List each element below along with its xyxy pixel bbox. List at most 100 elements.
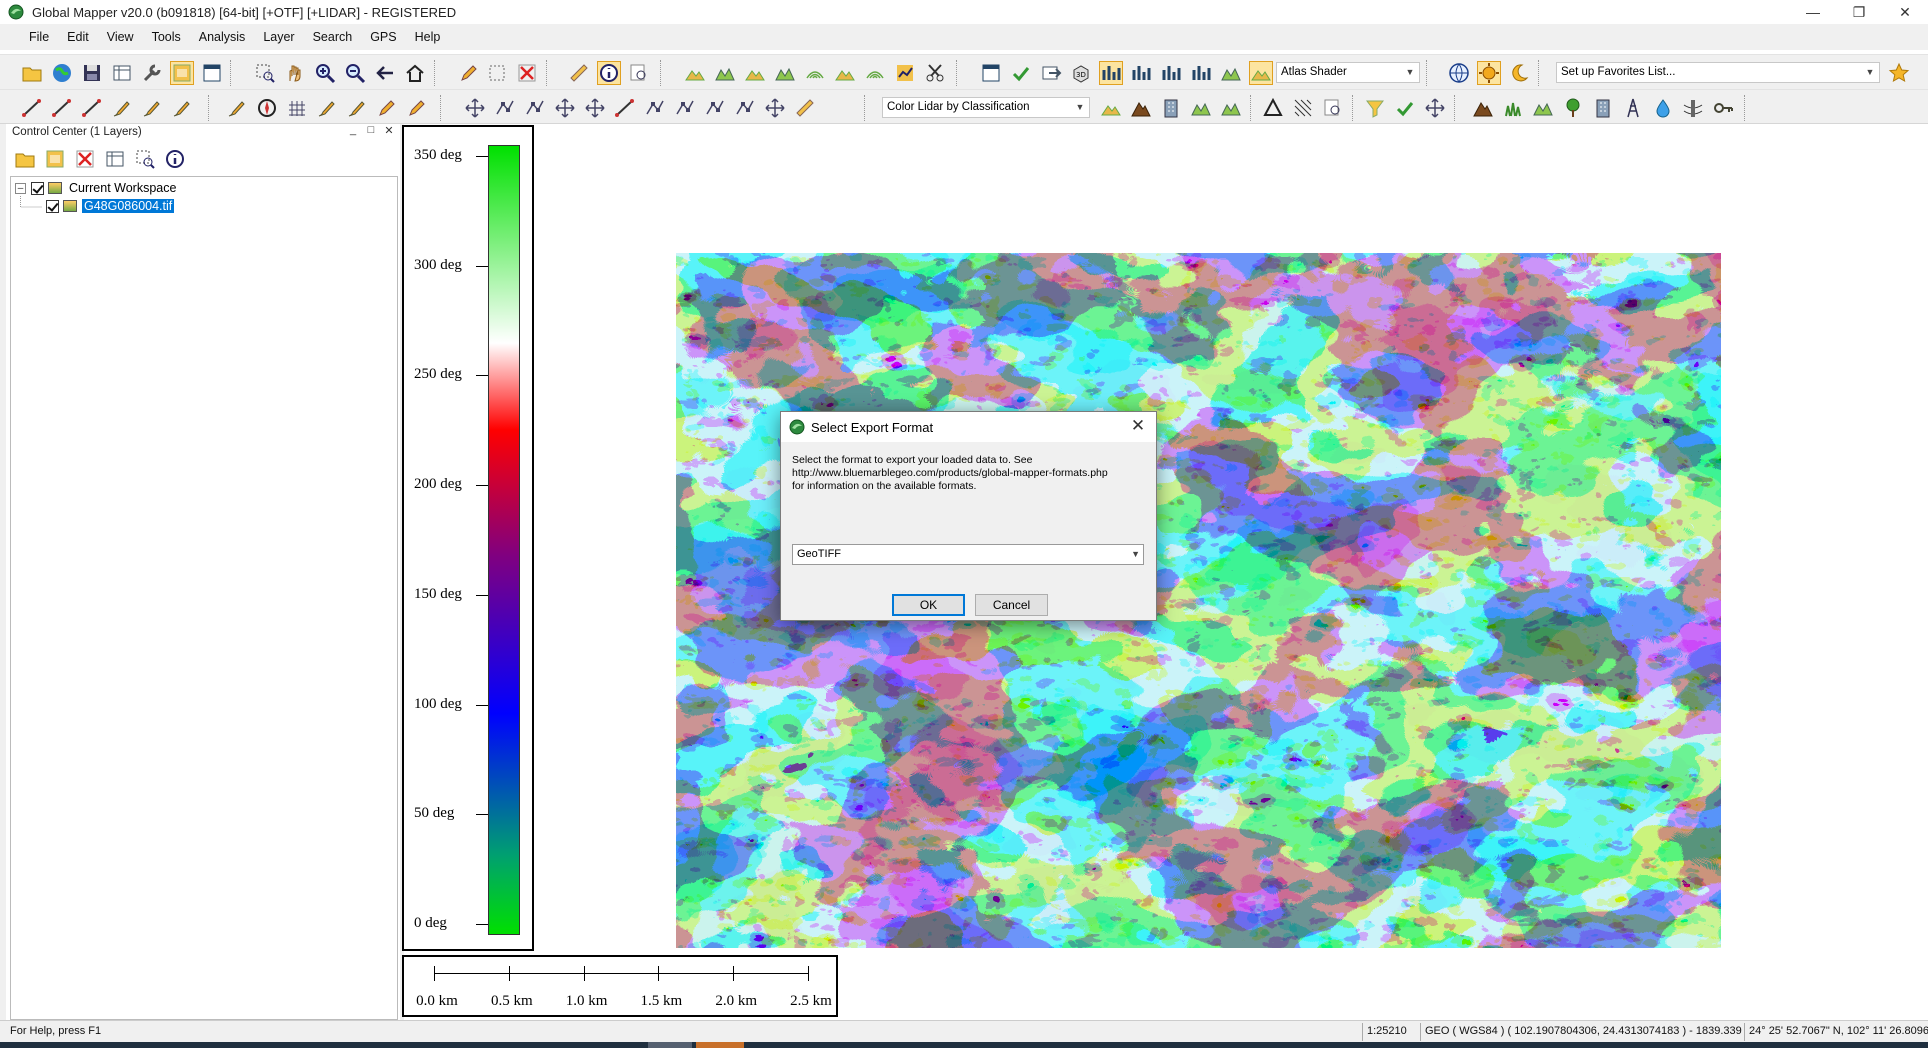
menu-edit[interactable]: Edit <box>58 30 98 44</box>
histogram-icon[interactable] <box>1099 61 1123 85</box>
paint-icon[interactable] <box>316 97 338 119</box>
add-layer-icon[interactable] <box>14 148 36 170</box>
filter-icon[interactable] <box>1364 97 1386 119</box>
chevron-down-icon[interactable]: ▼ <box>1863 63 1877 82</box>
3d-view-icon[interactable]: 3D <box>1070 62 1092 84</box>
edit-vertex-icon[interactable] <box>406 97 428 119</box>
crop-icon[interactable] <box>924 62 946 84</box>
node-icon[interactable] <box>494 97 516 119</box>
minimize-icon[interactable]: — <box>1790 0 1836 24</box>
zoom-out-icon[interactable] <box>344 62 366 84</box>
grid-stats-icon[interactable] <box>1160 62 1182 84</box>
dialog-close-icon[interactable]: ✕ <box>1128 416 1148 436</box>
close-icon[interactable]: ✕ <box>1882 0 1928 24</box>
key-icon[interactable] <box>1712 97 1734 119</box>
tower-icon[interactable] <box>1622 97 1644 119</box>
delete-icon[interactable] <box>516 62 538 84</box>
area-brush-icon[interactable] <box>171 97 193 119</box>
check-icon[interactable] <box>1010 62 1032 84</box>
surface-icon[interactable] <box>1220 97 1242 119</box>
chevron-down-icon[interactable]: ▼ <box>1131 545 1140 564</box>
night-mode-icon[interactable] <box>1508 62 1530 84</box>
menu-tools[interactable]: Tools <box>143 30 190 44</box>
projection-icon[interactable] <box>1448 62 1470 84</box>
layer-label[interactable]: G48G086004.tif <box>82 199 175 213</box>
restore-icon[interactable]: ❐ <box>1836 0 1882 24</box>
shader-icon[interactable] <box>1220 62 1242 84</box>
measure-icon[interactable] <box>568 62 590 84</box>
building-icon[interactable] <box>1592 97 1614 119</box>
terrain-class-icon[interactable] <box>1472 97 1494 119</box>
open-folder-icon[interactable] <box>21 62 43 84</box>
building-class-icon[interactable] <box>1160 97 1182 119</box>
line-tool-icon[interactable] <box>21 97 43 119</box>
reshape-icon[interactable] <box>734 97 756 119</box>
move-icon[interactable] <box>464 97 486 119</box>
water-icon[interactable] <box>1652 97 1674 119</box>
rotate-icon[interactable] <box>584 97 606 119</box>
control-center-icon[interactable] <box>170 61 194 85</box>
shader-settings-icon[interactable] <box>1249 61 1273 85</box>
feature-info-icon[interactable] <box>597 61 621 85</box>
spline-icon[interactable] <box>81 97 103 119</box>
snap-icon[interactable] <box>704 97 726 119</box>
terrain-profile-icon[interactable] <box>714 62 736 84</box>
zoom-layer-icon[interactable] <box>134 148 156 170</box>
workspace-icon[interactable] <box>111 62 133 84</box>
menu-analysis[interactable]: Analysis <box>190 30 255 44</box>
view-layer-icon[interactable] <box>164 148 186 170</box>
veg-class-icon[interactable] <box>1190 97 1212 119</box>
chevron-down-icon[interactable]: ▼ <box>1073 98 1087 117</box>
node2-icon[interactable] <box>524 97 546 119</box>
circle-tool-icon[interactable] <box>256 97 278 119</box>
panel-maximize-icon[interactable]: □ <box>362 124 380 137</box>
config-icon[interactable] <box>141 62 163 84</box>
lidar-stats-icon[interactable] <box>1190 62 1212 84</box>
menu-search[interactable]: Search <box>304 30 362 44</box>
overview-icon[interactable] <box>201 62 223 84</box>
zoom-tool-icon[interactable] <box>254 62 276 84</box>
shader-combo[interactable]: Atlas Shader ▼ <box>1276 62 1420 83</box>
search-points-icon[interactable] <box>1322 97 1344 119</box>
remove-layer-icon[interactable] <box>74 148 96 170</box>
back-icon[interactable] <box>374 62 396 84</box>
lidar-color-combo[interactable]: Color Lidar by Classification ▼ <box>882 97 1090 118</box>
digitizer-icon[interactable] <box>458 62 480 84</box>
paint2-icon[interactable] <box>346 97 368 119</box>
line-edit-icon[interactable] <box>614 97 636 119</box>
powerline-icon[interactable] <box>1682 97 1704 119</box>
full-view-icon[interactable] <box>404 62 426 84</box>
grid-tool-icon[interactable] <box>286 97 308 119</box>
map-layout-icon[interactable] <box>980 62 1002 84</box>
edit-icon[interactable] <box>376 97 398 119</box>
menu-gps[interactable]: GPS <box>361 30 405 44</box>
workspace-label[interactable]: Current Workspace <box>67 181 178 195</box>
watershed-icon[interactable] <box>834 62 856 84</box>
layer-props-icon[interactable] <box>104 148 126 170</box>
menu-file[interactable]: File <box>20 30 58 44</box>
panel-minimize-icon[interactable]: _ <box>344 124 362 137</box>
check-points-icon[interactable] <box>1394 97 1416 119</box>
chevron-down-icon[interactable]: ▼ <box>1403 63 1417 82</box>
cut-fill-icon[interactable] <box>774 62 796 84</box>
select-icon[interactable] <box>486 62 508 84</box>
lidar-icon[interactable] <box>864 62 886 84</box>
favorite-star-icon[interactable] <box>1888 62 1910 84</box>
layer-tree[interactable]: – Current Workspace G48G086004.tif <box>10 176 398 1020</box>
freehand-icon[interactable] <box>141 97 163 119</box>
triangle-icon[interactable] <box>1262 97 1284 119</box>
chart-icon[interactable] <box>894 62 916 84</box>
terrain-shade-icon[interactable] <box>684 62 706 84</box>
elevation-icon[interactable] <box>1130 62 1152 84</box>
ok-button[interactable]: OK <box>892 594 965 616</box>
copy-layer-icon[interactable] <box>44 148 66 170</box>
tree-icon[interactable] <box>1562 97 1584 119</box>
favorites-combo[interactable]: Set up Favorites List... ▼ <box>1556 62 1880 83</box>
ground-icon[interactable] <box>1130 97 1152 119</box>
lidar-class-icon[interactable] <box>1100 97 1122 119</box>
edit-line-icon[interactable] <box>226 97 248 119</box>
move2-icon[interactable] <box>554 97 576 119</box>
export-format-select[interactable]: GeoTIFF ▼ <box>792 544 1144 565</box>
tree-row-layer[interactable]: G48G086004.tif <box>41 197 175 215</box>
contour-icon[interactable] <box>804 62 826 84</box>
